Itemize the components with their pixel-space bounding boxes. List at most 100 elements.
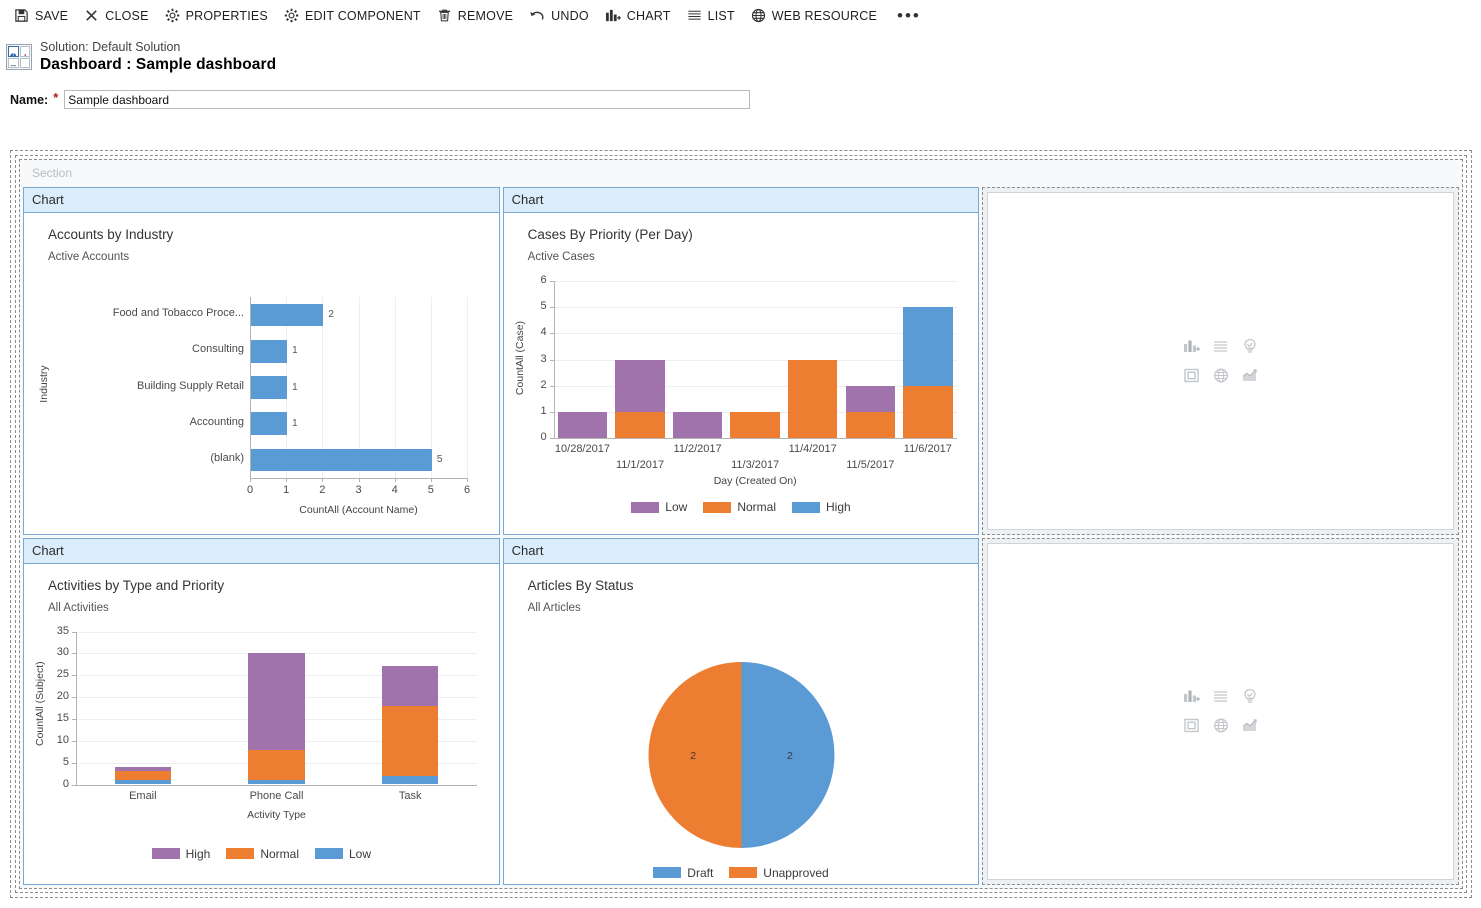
plot-gridline	[554, 281, 957, 282]
insert-web-resource-button[interactable]: WEB RESOURCE	[745, 4, 887, 27]
chart-plus-icon	[605, 8, 621, 23]
chart-component[interactable]: Chart Articles By Status All Articles 22…	[503, 538, 980, 886]
insert-list-button[interactable]: LIST	[681, 4, 745, 27]
iframe-icon[interactable]	[1183, 367, 1201, 384]
undo-button[interactable]: UNDO	[523, 4, 599, 27]
bar-segment[interactable]	[115, 767, 171, 771]
axis-tick-label: 35	[42, 625, 69, 637]
remove-button[interactable]: REMOVE	[431, 4, 523, 27]
bar-segment[interactable]	[903, 386, 953, 438]
bar-data-label: 1	[292, 345, 298, 356]
globe-icon[interactable]	[1212, 367, 1230, 384]
bar[interactable]	[251, 412, 287, 434]
dashboard-section[interactable]: Section Chart Accounts by Industry Activ…	[19, 159, 1463, 889]
bar-segment[interactable]	[846, 412, 896, 438]
plot-gridline	[554, 386, 957, 387]
chart-component-header: Chart	[24, 539, 499, 564]
axis-tick-label: 5	[417, 484, 445, 496]
legend-item[interactable]: Normal	[703, 500, 776, 514]
chart-render-area: Cases By Priority (Per Day) Active Cases…	[504, 213, 979, 534]
chart-plus-icon[interactable]	[1183, 338, 1201, 355]
bar-segment[interactable]	[673, 412, 723, 438]
empty-component-placeholder[interactable]	[982, 187, 1459, 535]
iframe-icon[interactable]	[1183, 717, 1201, 734]
name-label: Name:	[10, 93, 48, 107]
bar-segment[interactable]	[248, 750, 304, 781]
component-cell-empty-bottom-right	[982, 538, 1459, 886]
bar-segment[interactable]	[730, 412, 780, 438]
insert-chart-button[interactable]: CHART	[599, 4, 681, 27]
category-label: 11/2/2017	[656, 443, 740, 455]
properties-button[interactable]: PROPERTIES	[159, 4, 278, 27]
bar-segment[interactable]	[382, 706, 438, 776]
bar-segment[interactable]	[248, 653, 304, 749]
category-label: 11/6/2017	[886, 443, 970, 455]
bar-segment[interactable]	[788, 360, 838, 439]
axis-tick-label: 6	[453, 484, 481, 496]
bar[interactable]	[251, 304, 323, 326]
chart-component-header: Chart	[504, 539, 979, 564]
legend-item[interactable]: Low	[631, 500, 687, 514]
bar-segment[interactable]	[115, 771, 171, 780]
legend-item[interactable]: High	[152, 847, 211, 861]
pie-data-label: 2	[690, 750, 696, 762]
trend-area-icon[interactable]	[1241, 367, 1259, 384]
chart-component[interactable]: Chart Accounts by Industry Active Accoun…	[23, 187, 500, 535]
chart-title: Cases By Priority (Per Day)	[528, 227, 969, 242]
bar-segment[interactable]	[903, 307, 953, 386]
empty-component-placeholder[interactable]	[982, 538, 1459, 886]
chart-legend: Low Normal High	[504, 500, 979, 514]
y-axis-title: CountAll (Case)	[514, 318, 526, 398]
chart-component-header: Chart	[504, 188, 979, 213]
chart-component[interactable]: Chart Cases By Priority (Per Day) Active…	[503, 187, 980, 535]
name-input[interactable]	[64, 90, 750, 109]
list-icon[interactable]	[1212, 338, 1230, 355]
bar-segment[interactable]	[115, 780, 171, 784]
bar[interactable]	[251, 376, 287, 398]
bar-segment[interactable]	[382, 776, 438, 785]
chart-component[interactable]: Chart Activities by Type and Priority Al…	[23, 538, 500, 886]
close-button[interactable]: CLOSE	[78, 4, 158, 27]
bar[interactable]	[251, 340, 287, 362]
chart-render-area: Accounts by Industry Active Accounts 012…	[24, 213, 499, 534]
legend-item[interactable]: Low	[315, 847, 371, 861]
lightbulb-insight-icon[interactable]	[1241, 338, 1259, 355]
trend-area-icon[interactable]	[1241, 717, 1259, 734]
globe-icon[interactable]	[1212, 717, 1230, 734]
y-axis-line	[76, 632, 77, 785]
bar-segment[interactable]	[615, 412, 665, 438]
legend-item[interactable]: Normal	[226, 847, 299, 861]
lightbulb-insight-icon[interactable]	[1241, 688, 1259, 705]
bar-segment[interactable]	[248, 780, 304, 784]
bar-chart-icon	[20, 46, 31, 57]
axis-tick-label: 6	[520, 274, 547, 286]
axis-tick-label: 5	[42, 756, 69, 768]
axis-tick-label: 20	[42, 690, 69, 702]
list-icon[interactable]	[1212, 688, 1230, 705]
bar-segment[interactable]	[846, 386, 896, 412]
bar[interactable]	[251, 449, 432, 471]
save-button[interactable]: SAVE	[8, 4, 78, 27]
category-label: 11/5/2017	[828, 459, 912, 471]
y-axis-title: Industry	[38, 354, 50, 414]
bar-data-label: 1	[292, 382, 298, 393]
bar-segment[interactable]	[382, 666, 438, 705]
overflow-menu-button[interactable]: •••	[887, 7, 931, 25]
category-label: Email	[101, 790, 185, 802]
legend-item[interactable]: Draft	[653, 866, 713, 880]
plot-gridline	[554, 333, 957, 334]
category-label: 11/1/2017	[598, 459, 682, 471]
edit-component-button[interactable]: EDIT COMPONENT	[278, 4, 431, 27]
bar-segment[interactable]	[615, 360, 665, 412]
legend-item[interactable]: Unapproved	[729, 866, 828, 880]
gear-icon	[165, 8, 180, 23]
bar-segment[interactable]	[558, 412, 608, 438]
axis-tick-label: 0	[42, 778, 69, 790]
chart-plus-icon[interactable]	[1183, 688, 1201, 705]
chart-subtitle: Active Accounts	[48, 251, 489, 263]
plot-gridline	[76, 632, 477, 633]
insert-chart-label: CHART	[627, 9, 671, 23]
axis-tick-label: 30	[42, 646, 69, 658]
legend-item[interactable]: High	[792, 500, 851, 514]
x-axis-title: Activity Type	[76, 809, 477, 821]
